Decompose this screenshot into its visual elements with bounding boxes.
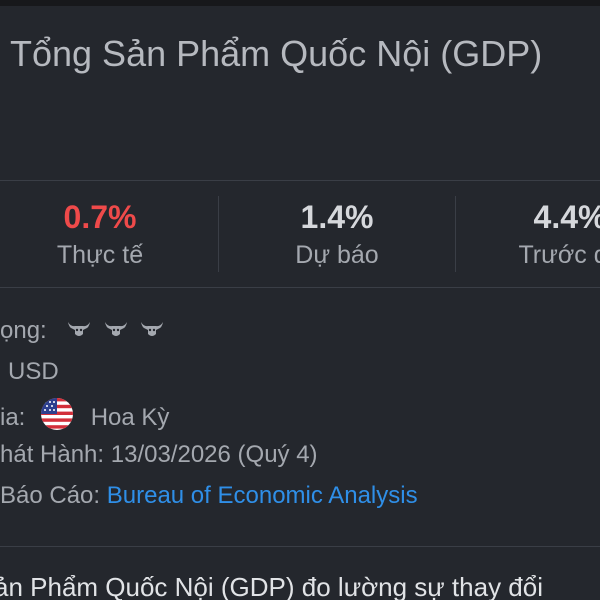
- actual-value: 0.7%: [63, 199, 137, 235]
- source-link[interactable]: Bureau of Economic Analysis: [107, 482, 418, 509]
- stat-divider: [218, 196, 219, 272]
- source-label: Báo Cáo:: [0, 482, 101, 509]
- release-label: hát Hành:: [0, 441, 105, 468]
- actual-label: Thực tế: [56, 241, 144, 269]
- divider: [0, 546, 600, 547]
- country-value: Hoa Kỳ: [90, 403, 170, 431]
- screen: Tổng Sản Phẩm Quốc Nội (GDP) 0.7% Thực t…: [0, 0, 600, 600]
- forecast-value: 1.4%: [300, 199, 374, 235]
- description-text: ản Phẩm Quốc Nội (GDP) đo lường sự thay …: [0, 572, 543, 600]
- release-value: 13/03/2026 (Quý 4): [110, 441, 318, 468]
- bull-icon: [66, 316, 92, 348]
- forecast-label: Dự báo: [295, 241, 379, 269]
- stat-previous: 4.4% Trước đó: [470, 198, 600, 270]
- source-row: Báo Cáo: Bureau of Economic Analysis: [0, 480, 418, 512]
- previous-label: Trước đó: [518, 241, 600, 269]
- stat-actual: 0.7% Thực tế: [0, 198, 200, 270]
- bull-icon: [139, 316, 165, 348]
- currency-value: USD: [8, 358, 59, 385]
- stat-forecast: 1.4% Dự báo: [237, 198, 437, 270]
- us-flag-icon: [40, 397, 74, 440]
- divider: [0, 180, 600, 181]
- page-title: Tổng Sản Phẩm Quốc Nội (GDP): [10, 33, 543, 74]
- currency-row: USD: [8, 356, 59, 388]
- previous-value: 4.4%: [533, 199, 600, 235]
- bull-icon: [103, 316, 129, 348]
- release-row: hát Hành: 13/03/2026 (Quý 4): [0, 439, 318, 471]
- importance-row: ọng:: [0, 315, 169, 348]
- divider: [0, 287, 600, 288]
- country-row: ia: Hoa Kỳ: [0, 397, 169, 440]
- importance-label: ọng:: [0, 317, 47, 344]
- stat-divider: [455, 196, 456, 272]
- country-label: ia:: [0, 403, 26, 431]
